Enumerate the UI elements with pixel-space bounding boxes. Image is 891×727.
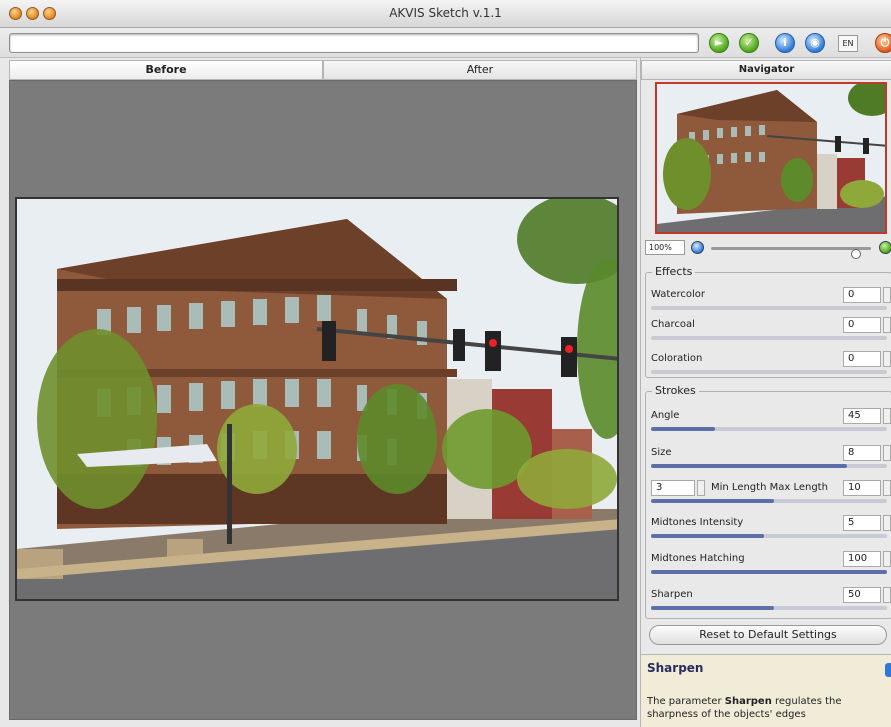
sharpen-slider[interactable] [651,606,887,610]
angle-slider[interactable] [651,427,887,431]
photo-preview [15,197,619,601]
charcoal-value-field[interactable]: 0 [843,317,881,333]
zoom-out-icon[interactable] [691,241,704,254]
coloration-value-field[interactable]: 0 [843,351,881,367]
info-button[interactable]: i [775,33,795,53]
sharpen-stepper[interactable] [883,587,891,603]
min-length-stepper[interactable] [697,480,705,496]
help-box: Sharpen The parameter Sharpen regulates … [641,654,891,727]
param-label: Size [651,447,672,458]
help-text-bold: Sharpen [724,696,772,707]
building-photo [17,199,617,599]
help-title: Sharpen [647,661,704,675]
param-angle: Angle 45 [650,406,891,438]
param-midtones-intensity: Midtones Intensity 5 [650,513,891,545]
length-range-slider[interactable] [651,499,887,503]
param-label: Angle [651,410,680,421]
power-icon: ⏻ [880,36,890,49]
sharpen-value-field[interactable]: 50 [843,587,881,603]
apply-button[interactable]: ✓ [739,33,759,53]
min-max-length-label: Min Length Max Length [711,482,828,493]
zoom-in-icon[interactable] [879,241,891,254]
zoom-level-field[interactable]: 100% [645,240,685,255]
info-icon: i [783,36,787,49]
param-charcoal: Charcoal 0 [650,315,891,347]
slider-fill [651,464,847,468]
param-label: Midtones Intensity [651,517,744,528]
param-size: Size 8 [650,443,891,475]
strokes-group: Strokes Angle 45 Size 8 3 Min Length Max… [645,384,891,619]
language-select[interactable]: EN [838,35,858,52]
help-text: The parameter Sharpen regulates the shar… [647,695,879,721]
slider-fill [651,499,774,503]
help-button[interactable]: ◉ [805,33,825,53]
help-info-icon[interactable] [885,663,891,677]
midtones-hatching-value-field[interactable]: 100 [843,551,881,567]
navigator-thumbnail[interactable] [655,82,887,234]
watercolor-slider[interactable] [651,306,887,310]
strokes-title: Strokes [652,384,699,397]
midtones-intensity-slider[interactable] [651,534,887,538]
midtones-intensity-value-field[interactable]: 5 [843,515,881,531]
param-label: Charcoal [651,319,695,330]
param-min-max-length: 3 Min Length Max Length 10 [650,478,891,510]
window-title: AKVIS Sketch v.1.1 [389,6,502,20]
zoom-slider-handle[interactable] [851,249,861,259]
watercolor-stepper[interactable] [883,287,891,303]
check-icon: ✓ [744,36,754,49]
midtones-hatching-stepper[interactable] [883,551,891,567]
size-value-field[interactable]: 8 [843,445,881,461]
globe-icon: ◉ [810,36,820,49]
charcoal-stepper[interactable] [883,317,891,333]
slider-fill [651,570,887,574]
param-label: Midtones Hatching [651,553,745,564]
angle-stepper[interactable] [883,408,891,424]
max-length-field[interactable]: 10 [843,480,881,496]
param-coloration: Coloration 0 [650,349,891,381]
coloration-stepper[interactable] [883,351,891,367]
help-text-prefix: The parameter [647,696,725,707]
angle-value-field[interactable]: 45 [843,408,881,424]
param-sharpen: Sharpen 50 [650,585,891,617]
zoom-slider[interactable] [711,247,871,259]
file-path-field[interactable] [9,33,699,53]
run-button[interactable]: ► [709,33,729,53]
settings-panel: Navigator 100% Effects Watercolor 0 Char… [640,58,891,727]
slider-fill [651,606,774,610]
navigator-photo [657,84,885,232]
param-label: Watercolor [651,289,705,300]
tab-before[interactable]: Before [9,60,323,80]
toolbar: ► ✓ i ◉ EN ⏻ [0,28,891,58]
param-label: Sharpen [651,589,693,600]
zoom-row: 100% [645,240,891,259]
tab-after[interactable]: After [323,60,637,80]
slider-fill [651,534,765,538]
effects-group: Effects Watercolor 0 Charcoal 0 Colorati… [645,265,891,381]
param-watercolor: Watercolor 0 [650,285,891,317]
navigator-header: Navigator [641,60,891,80]
midtones-intensity-stepper[interactable] [883,515,891,531]
midtones-hatching-slider[interactable] [651,570,887,574]
image-canvas[interactable] [9,80,637,720]
min-length-field[interactable]: 3 [651,480,695,496]
power-button[interactable]: ⏻ [875,33,891,53]
watercolor-value-field[interactable]: 0 [843,287,881,303]
size-slider[interactable] [651,464,887,468]
view-tabs: Before After [9,60,637,80]
effects-title: Effects [652,265,696,278]
play-arrow-icon: ► [714,36,724,49]
title-bar: AKVIS Sketch v.1.1 [0,0,891,28]
charcoal-slider[interactable] [651,336,887,340]
param-label: Coloration [651,353,703,364]
param-midtones-hatching: Midtones Hatching 100 [650,549,891,581]
size-stepper[interactable] [883,445,891,461]
reset-defaults-button[interactable]: Reset to Default Settings [649,625,887,645]
slider-fill [651,427,715,431]
coloration-slider[interactable] [651,370,887,374]
max-length-stepper[interactable] [883,480,891,496]
